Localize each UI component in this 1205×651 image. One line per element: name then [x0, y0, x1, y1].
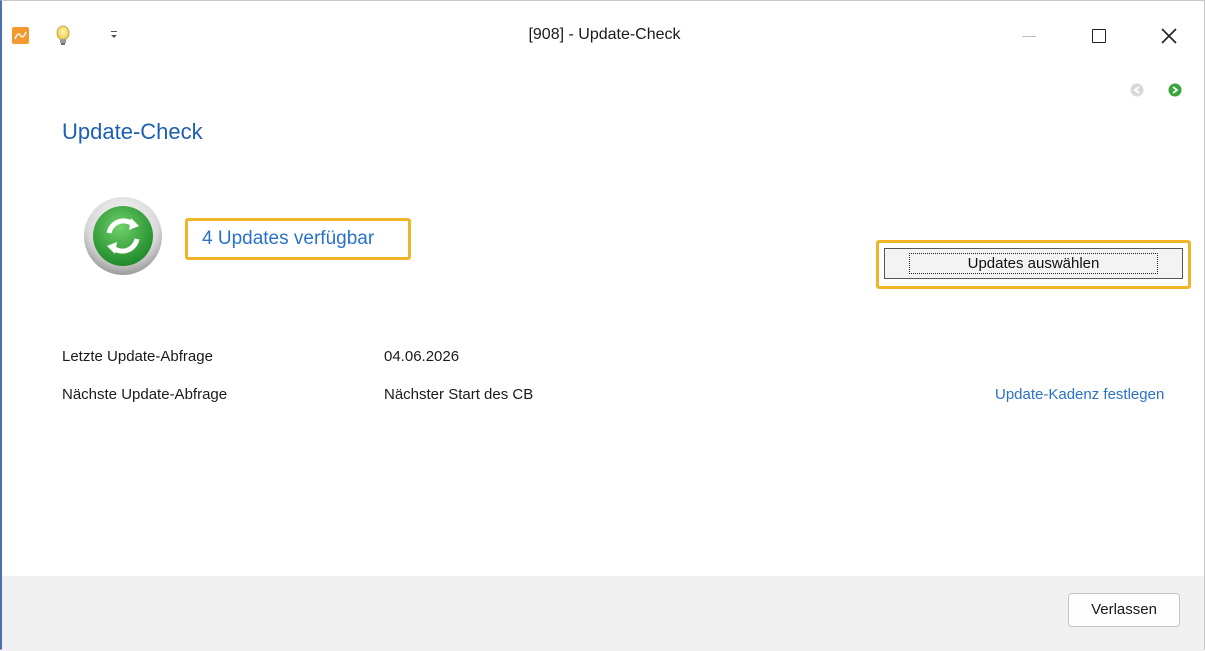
select-updates-button[interactable]: Updates auswählen: [884, 248, 1183, 279]
last-query-label: Letzte Update-Abfrage: [62, 348, 213, 365]
next-query-value: Nächster Start des CB: [384, 386, 534, 403]
select-updates-label: Updates auswählen: [908, 253, 1159, 274]
footer-bar: [2, 576, 1204, 651]
page-title: Update-Check: [62, 119, 203, 144]
updates-available-link[interactable]: 4 Updates verfügbar: [185, 218, 411, 260]
maximize-icon[interactable]: [1086, 23, 1112, 49]
back-arrow-icon[interactable]: [1130, 83, 1144, 97]
minimize-icon[interactable]: [1014, 23, 1044, 49]
forward-arrow-icon[interactable]: [1168, 83, 1182, 97]
exit-button[interactable]: Verlassen: [1068, 593, 1180, 627]
select-updates-highlight: Updates auswählen: [876, 240, 1191, 289]
next-query-label: Nächste Update-Abfrage: [62, 386, 228, 403]
update-check-window: [908] - Update-Check Update-Check 4 Upda…: [0, 0, 1205, 651]
refresh-icon: [82, 195, 164, 277]
close-icon[interactable]: [1156, 23, 1182, 49]
last-query-value: 04.06.2026: [384, 348, 460, 365]
title-bar: [908] - Update-Check: [2, 1, 1204, 71]
set-cadence-link[interactable]: Update-Kadenz festlegen: [995, 386, 1164, 403]
